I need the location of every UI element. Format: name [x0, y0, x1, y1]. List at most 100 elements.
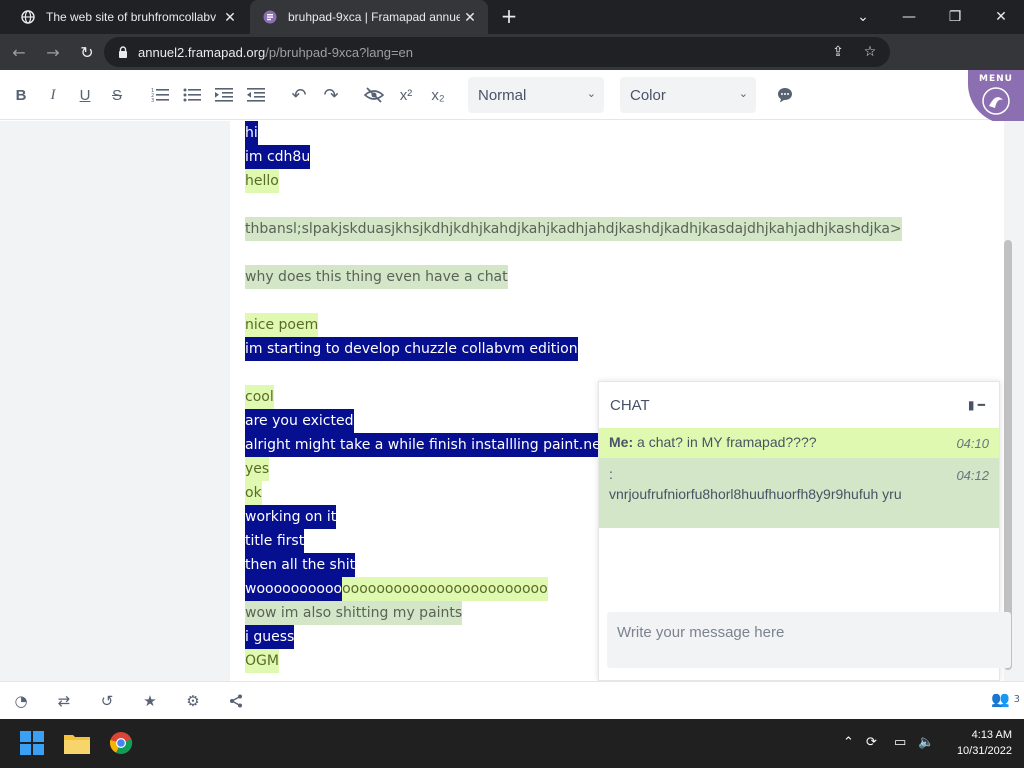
star-icon[interactable]: ★	[139, 690, 161, 712]
dashboard-icon[interactable]: ◔	[10, 690, 32, 712]
pad-text-segment: ok	[245, 481, 262, 505]
underline-icon[interactable]: U	[73, 83, 97, 107]
heading-select[interactable]: Normal ⌄	[468, 77, 604, 113]
chat-message: Me: a chat? in MY framapad???? 04:10	[599, 428, 999, 458]
pad-line[interactable]: im cdh8u	[245, 145, 985, 169]
chat-title: CHAT	[610, 396, 650, 414]
back-icon[interactable]: ←	[4, 37, 34, 67]
redo-icon[interactable]: ↷	[319, 83, 343, 107]
editor-scrollbar[interactable]	[1004, 240, 1012, 670]
chat-panel: CHAT ▮ ━ Me: a chat? in MY framapad???? …	[598, 381, 1011, 681]
subscript-icon[interactable]: x₂	[426, 83, 450, 107]
address-bar[interactable]: annuel2.framapad.org/p/bruhpad-9xca?lang…	[104, 37, 890, 67]
editor-toolbar: B I U S 123 ↶ ↷ x² x₂ Normal ⌄ Color ⌄	[0, 70, 1024, 120]
chevron-down-icon: ⌄	[586, 88, 596, 100]
chevron-up-icon[interactable]: ⌃	[843, 735, 854, 750]
windows-taskbar: ⌃ ⟳ ▭ 🔈 4:13 AM 10/31/2022	[0, 719, 1024, 768]
pad-text-segment: im cdh8u	[245, 145, 311, 169]
timeslider-icon[interactable]: ↺	[96, 690, 118, 712]
users-icon: 👥	[990, 690, 1010, 708]
pad-text-segment: wow im also shitting my paints	[245, 601, 463, 625]
browser-tab-active[interactable]: bruhpad-9xca | Framapad annuel ✕	[250, 0, 488, 34]
chrome-icon[interactable]	[107, 729, 135, 757]
tab-title: The web site of bruhfromcollabv	[46, 10, 217, 24]
minimize-icon[interactable]: —	[886, 0, 932, 34]
pad-text-segment: title first	[245, 529, 305, 553]
pad-text-segment: alright might take a while finish instal…	[245, 433, 607, 457]
color-select-value: Color	[630, 86, 666, 104]
pad-line[interactable]: im starting to develop chuzzle collabvm …	[245, 337, 985, 361]
undo-icon[interactable]: ↶	[287, 83, 311, 107]
globe-icon	[20, 9, 36, 25]
browser-tab-inactive[interactable]: The web site of bruhfromcollabv ✕	[8, 0, 248, 34]
chat-message-author: Me:	[609, 434, 634, 450]
menu-button[interactable]: MENU	[968, 70, 1024, 124]
clock-time: 4:13 AM	[971, 729, 1012, 741]
superscript-icon[interactable]: x²	[394, 83, 418, 107]
chat-message: : vnrjoufrufniorfu8horl8huufhuorfh8y9r9h…	[599, 458, 999, 528]
strikethrough-icon[interactable]: S	[105, 83, 129, 107]
chat-bubble-icon[interactable]	[773, 83, 797, 107]
pad-line[interactable]: hi	[245, 121, 985, 145]
indent-icon[interactable]	[212, 83, 236, 107]
heading-select-value: Normal	[478, 86, 527, 104]
pad-line[interactable]: why does this thing even have a chat	[245, 265, 985, 289]
sync-icon[interactable]: ⟳	[866, 735, 877, 750]
pad-line[interactable]	[245, 241, 985, 265]
chat-message-input[interactable]: Write your message here	[607, 612, 1011, 668]
chat-header: CHAT ▮ ━	[599, 382, 999, 428]
network-icon[interactable]: ▭	[894, 735, 906, 750]
chat-message-time: 04:12	[956, 468, 989, 483]
pad-text-segment: i guess	[245, 625, 295, 649]
chat-message-time: 04:10	[956, 436, 989, 451]
bookmark-star-icon[interactable]: ☆	[860, 42, 880, 62]
share-page-icon[interactable]: ⇪	[828, 42, 848, 62]
ordered-list-icon[interactable]: 123	[148, 83, 172, 107]
import-export-icon[interactable]: ⇄	[53, 690, 75, 712]
restore-icon[interactable]: ❐	[932, 0, 978, 34]
color-select[interactable]: Color ⌄	[620, 77, 756, 113]
pad-text-segment: nice poem	[245, 313, 319, 337]
pad-text-segment: yes	[245, 457, 270, 481]
pad-line[interactable]: thbansl;slpakjskduasjkhsjkdhjkdhjkahdjka…	[245, 217, 985, 241]
users-button[interactable]: 👥 3	[991, 690, 1020, 708]
chat-message-author: :	[609, 466, 613, 482]
pad-text-segment: hi	[245, 121, 258, 145]
outdent-icon[interactable]	[244, 83, 268, 107]
reload-icon[interactable]: ↻	[72, 37, 102, 67]
bold-icon[interactable]: B	[9, 83, 33, 107]
pad-line[interactable]	[245, 289, 985, 313]
share-icon[interactable]	[225, 690, 247, 712]
pad-line[interactable]: hello	[245, 169, 985, 193]
volume-icon[interactable]: 🔈	[918, 735, 934, 750]
new-tab-button[interactable]: +	[498, 5, 520, 27]
close-tab-icon[interactable]: ✕	[460, 9, 480, 26]
windows-start-icon[interactable]	[18, 729, 46, 757]
pad-text-segment: thbansl;slpakjskduasjkhsjkdhjkdhjkahdjka…	[245, 217, 902, 241]
forward-icon[interactable]: →	[38, 37, 68, 67]
lock-icon[interactable]	[118, 43, 128, 62]
chat-window-controls[interactable]: ▮ ━	[968, 398, 985, 412]
settings-icon[interactable]: ⚙	[182, 690, 204, 712]
url-text: annuel2.framapad.org/p/bruhpad-9xca?lang…	[138, 44, 414, 60]
close-tab-icon[interactable]: ✕	[220, 9, 240, 26]
pad-text-segment: why does this thing even have a chat	[245, 265, 508, 289]
tab-title: bruhpad-9xca | Framapad annuel	[288, 10, 460, 24]
clear-authorship-icon[interactable]	[362, 83, 386, 107]
chat-message-text: a chat? in MY framapad????	[637, 434, 817, 450]
pad-text-segment: hello	[245, 169, 279, 193]
taskbar-clock[interactable]: 4:13 AM 10/31/2022	[957, 727, 1012, 759]
tab-search-icon[interactable]: ⌄	[840, 0, 886, 34]
file-explorer-icon[interactable]	[63, 729, 91, 757]
pad-text-segment: oooooooooooooooooooooooo	[342, 577, 548, 601]
pad-line[interactable]	[245, 193, 985, 217]
svg-text:3: 3	[151, 98, 154, 103]
pad-line[interactable]: nice poem	[245, 313, 985, 337]
menu-label: MENU	[979, 74, 1013, 84]
close-window-icon[interactable]: ✕	[978, 0, 1024, 34]
unordered-list-icon[interactable]	[180, 83, 204, 107]
pad-text-segment: cool	[245, 385, 274, 409]
italic-icon[interactable]: I	[41, 83, 65, 107]
chat-message-text: vnrjoufrufniorfu8horl8huufhuorfh8y9r9huf…	[609, 486, 902, 502]
pad-text-segment: are you exicted	[245, 409, 354, 433]
